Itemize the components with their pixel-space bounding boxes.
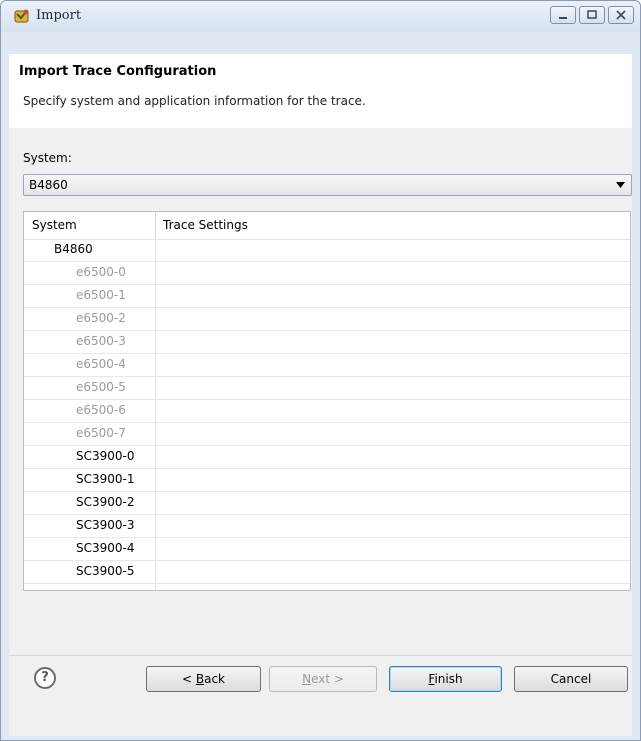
back-mnemonic: B — [195, 672, 205, 686]
system-label: System: — [23, 151, 72, 165]
table-row[interactable]: e6500-1 — [24, 285, 630, 308]
table-row[interactable]: e6500-6 — [24, 400, 630, 423]
title-bar[interactable]: Import — [1, 1, 640, 32]
system-table[interactable]: System Trace Settings B4860 e6500-0 e6500-… — [23, 211, 631, 591]
import-dialog: Import Import Trace Configuration Specif… — [0, 0, 641, 741]
table-row[interactable]: SC3900-0 — [24, 446, 630, 469]
row-system-name: SC3900-5 — [76, 564, 135, 578]
row-system-name: e6500-5 — [76, 380, 126, 394]
table-row[interactable]: SC3900-2 — [24, 492, 630, 515]
next-rest: ext > — [311, 672, 344, 686]
row-system-name: SC3900-1 — [76, 472, 135, 486]
row-system-name: e6500-6 — [76, 403, 126, 417]
row-system-name: e6500-2 — [76, 311, 126, 325]
column-header-system[interactable]: System — [32, 218, 77, 232]
row-system-name: e6500-7 — [76, 426, 126, 440]
row-system-name: e6500-4 — [76, 357, 126, 371]
close-button[interactable] — [608, 6, 634, 24]
finish-button[interactable]: Finish — [389, 666, 502, 692]
row-system-name: SC3900-3 — [76, 518, 135, 532]
help-icon[interactable]: ? — [34, 667, 56, 689]
chevron-down-icon — [616, 182, 625, 188]
table-row[interactable]: B4860 — [24, 239, 630, 262]
minimize-icon — [559, 17, 567, 19]
wizard-content: System: B4860 System Trace Settings B486… — [9, 128, 632, 655]
button-bar: ? < Back Next > Finish Cancel — [9, 655, 632, 736]
table-row[interactable]: e6500-5 — [24, 377, 630, 400]
table-row[interactable]: e6500-2 — [24, 308, 630, 331]
maximize-icon — [587, 10, 597, 19]
row-system-name: B4860 — [54, 242, 93, 256]
wizard-header: Import Trace Configuration Specify syste… — [9, 54, 632, 129]
next-button[interactable]: Next > — [269, 666, 377, 692]
table-row[interactable]: SC3900-5 — [24, 561, 630, 584]
row-system-name: SC3900-2 — [76, 495, 135, 509]
table-header: System Trace Settings — [24, 212, 630, 240]
row-system-name: e6500-0 — [76, 265, 126, 279]
next-mnemonic: N — [302, 672, 312, 686]
back-prefix: < — [181, 672, 196, 686]
table-row[interactable]: SC3900-3 — [24, 515, 630, 538]
row-system-name: SC3900-4 — [76, 541, 135, 555]
table-row[interactable]: e6500-0 — [24, 262, 630, 285]
column-header-trace-settings[interactable]: Trace Settings — [163, 218, 248, 232]
page-title: Import Trace Configuration — [19, 64, 217, 79]
back-button[interactable]: < Back — [146, 666, 261, 692]
table-row[interactable]: SC3900-1 — [24, 469, 630, 492]
row-system-name: e6500-1 — [76, 288, 126, 302]
row-system-name: e6500-3 — [76, 334, 126, 348]
cancel-button[interactable]: Cancel — [514, 666, 628, 692]
window-title: Import — [36, 8, 82, 23]
finish-rest: inish — [434, 672, 463, 686]
row-system-name: SC3900-0 — [76, 449, 135, 463]
minimize-button[interactable] — [550, 6, 576, 24]
maximize-button[interactable] — [579, 6, 605, 24]
table-row[interactable]: e6500-3 — [24, 331, 630, 354]
page-description: Specify system and application informati… — [23, 94, 366, 108]
table-row[interactable]: e6500-4 — [24, 354, 630, 377]
column-divider[interactable] — [155, 212, 156, 239]
system-combo[interactable]: B4860 — [23, 174, 632, 196]
system-combo-value: B4860 — [29, 178, 68, 192]
table-row[interactable]: SC3900-4 — [24, 538, 630, 561]
close-icon — [616, 10, 626, 20]
import-app-icon — [14, 9, 29, 23]
back-rest: ack — [204, 672, 225, 686]
table-row[interactable]: e6500-7 — [24, 423, 630, 446]
